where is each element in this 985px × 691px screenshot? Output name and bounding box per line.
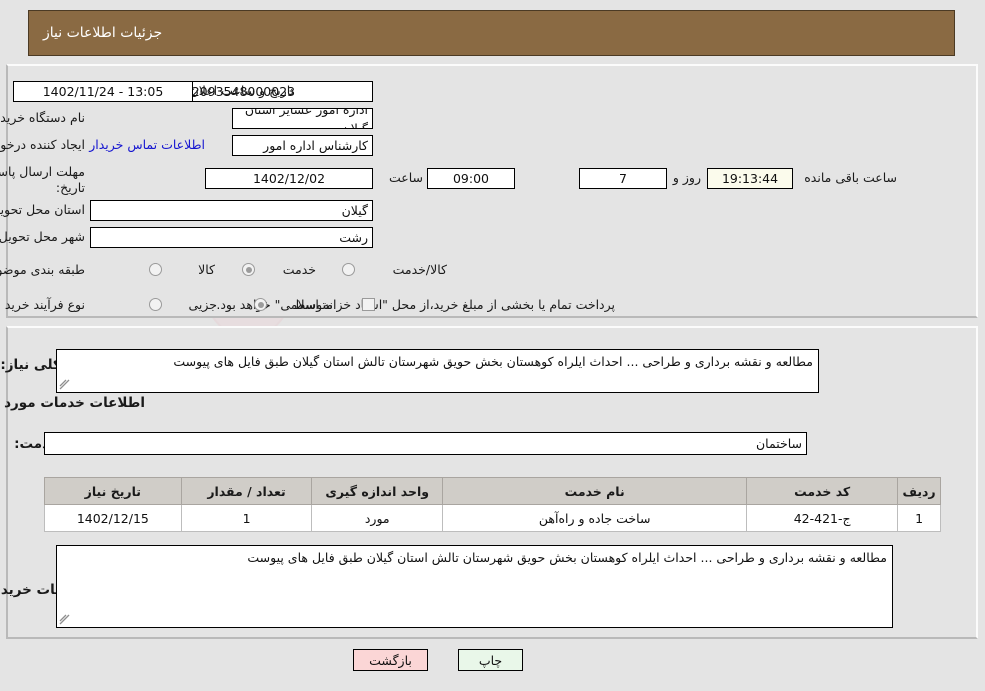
label-process-minor: جزیی <box>188 297 217 312</box>
label-delivery-province: استان محل تحویل: <box>0 202 85 217</box>
radio-category-goods-service[interactable] <box>342 263 355 276</box>
field-request-creator[interactable]: امین نیکخوی مجره کارشناس اداره امور عشای… <box>232 135 373 156</box>
label-islamic-treasury-note: پرداخت تمام یا بخشی از مبلغ خرید،از محل … <box>216 297 615 312</box>
field-delivery-province[interactable]: گیلان <box>90 200 373 221</box>
buyer-contact-link[interactable]: اطلاعات تماس خریدار <box>89 137 205 152</box>
label-buyer-org: نام دستگاه خریدار: <box>0 110 85 125</box>
page-root: AriaTender.net جزئیات اطلاعات نیاز شماره… <box>0 0 985 691</box>
cell-service-name: ساخت جاده و راه‌آهن <box>442 504 748 532</box>
need-summary-text: مطالعه و نقشه برداری و طراحی ... احداث ا… <box>173 354 813 369</box>
field-delivery-city[interactable]: رشت <box>90 227 373 248</box>
page-title-bar: جزئیات اطلاعات نیاز <box>28 10 955 56</box>
resize-grip-icon-notes[interactable] <box>59 614 71 626</box>
page-title: جزئیات اطلاعات نیاز <box>43 25 163 41</box>
label-category-goods-service: کالا/خدمت <box>392 262 447 277</box>
label-deadline-line2: تاریخ: <box>55 180 85 195</box>
services-table: ردیف کد خدمت نام خدمت واحد اندازه گیری ت… <box>44 477 941 532</box>
field-buyer-org[interactable]: اداره امور عشایر استان گیلان <box>232 108 373 129</box>
radio-process-minor[interactable] <box>149 298 162 311</box>
field-service-group[interactable]: ساختمان <box>44 432 807 455</box>
label-deadline-line1: مهلت ارسال پاسخ: تا <box>0 164 85 179</box>
label-purchase-process: نوع فرآیند خرید : <box>0 297 85 312</box>
table-header-row: ردیف کد خدمت نام خدمت واحد اندازه گیری ت… <box>44 477 941 505</box>
th-row-number: ردیف <box>897 477 941 505</box>
cell-unit: مورد <box>311 504 444 532</box>
label-category-goods: کالا <box>198 262 215 277</box>
cell-row-number: 1 <box>897 504 941 532</box>
resize-grip-icon[interactable] <box>59 379 71 391</box>
back-button[interactable]: بازگشت <box>353 649 428 671</box>
label-days-and: روز و <box>672 170 701 185</box>
buyer-notes-text: مطالعه و نقشه برداری و طراحی ... احداث ا… <box>247 550 887 565</box>
label-delivery-city: شهر محل تحویل: <box>0 229 85 244</box>
cell-quantity: 1 <box>180 504 313 532</box>
label-subject-category: طبقه بندی موضوعی: <box>0 262 85 277</box>
checkbox-islamic-treasury-bonds[interactable] <box>362 298 375 311</box>
radio-process-medium[interactable] <box>254 298 267 311</box>
th-service-code: کد خدمت <box>746 477 899 505</box>
textarea-buyer-notes[interactable]: مطالعه و نقشه برداری و طراحی ... احداث ا… <box>56 545 893 628</box>
label-remaining-suffix: ساعت باقی مانده <box>804 170 897 185</box>
field-deadline-hour[interactable]: 09:00 <box>427 168 515 189</box>
radio-category-service[interactable] <box>242 263 255 276</box>
label-deadline-hour: ساعت <box>388 170 423 185</box>
th-quantity: تعداد / مقدار <box>180 477 313 505</box>
print-button[interactable]: چاپ <box>458 649 523 671</box>
need-info-panel <box>6 64 978 318</box>
cell-need-date: 1402/12/15 <box>44 504 182 532</box>
th-unit: واحد اندازه گیری <box>311 477 444 505</box>
field-deadline-date[interactable]: 1402/12/02 <box>205 168 373 189</box>
heading-services-info: اطلاعات خدمات مورد نیاز <box>0 395 145 411</box>
th-service-name: نام خدمت <box>442 477 748 505</box>
cell-service-code: ج-421-42 <box>746 504 899 532</box>
label-request-creator: ایجاد کننده درخواست: <box>0 137 85 152</box>
radio-category-goods[interactable] <box>149 263 162 276</box>
field-announce-datetime[interactable]: 13:05 - 1402/11/24 <box>13 81 193 102</box>
table-row: 1 ج-421-42 ساخت جاده و راه‌آهن مورد 1 14… <box>44 504 941 532</box>
th-need-date: تاریخ نیاز <box>44 477 182 505</box>
field-remaining-time: 19:13:44 <box>707 168 793 189</box>
textarea-need-summary[interactable]: مطالعه و نقشه برداری و طراحی ... احداث ا… <box>56 349 819 393</box>
field-remaining-days[interactable]: 7 <box>579 168 667 189</box>
label-category-service: خدمت <box>282 262 316 277</box>
